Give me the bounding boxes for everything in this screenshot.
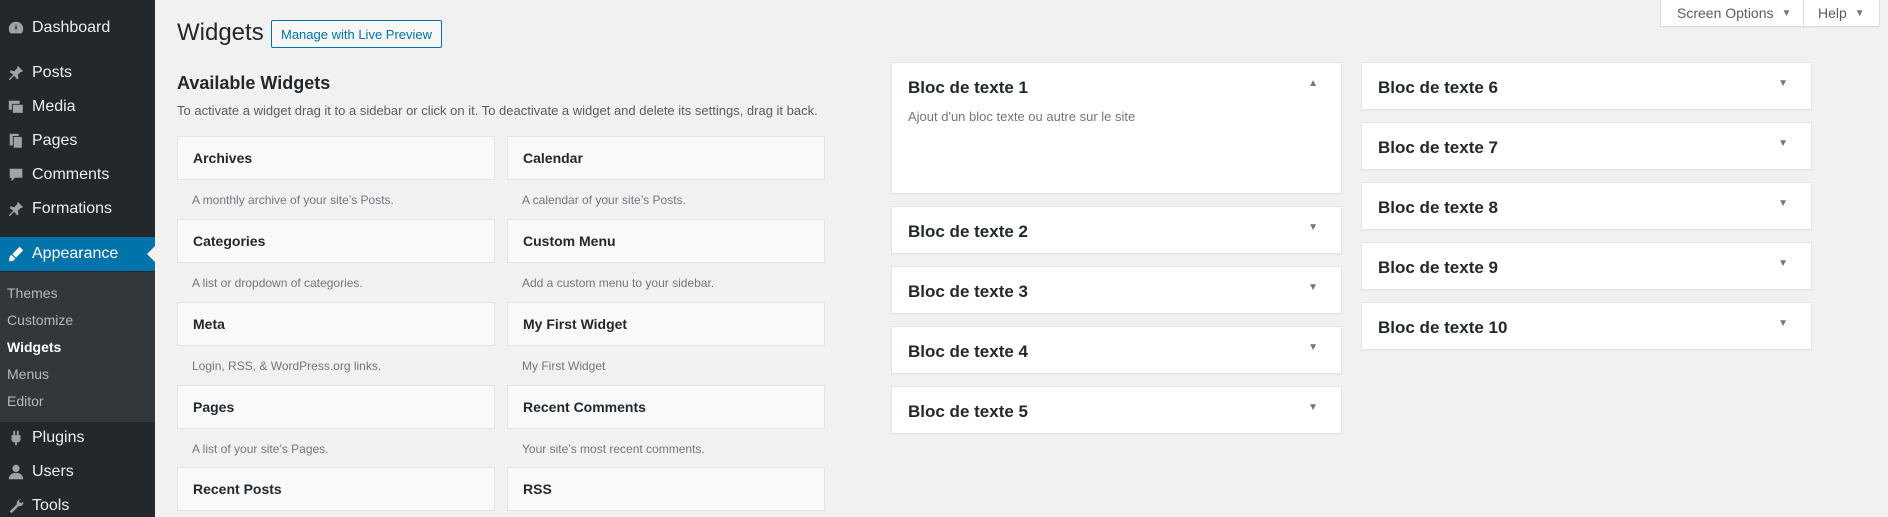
pin-icon [0, 200, 32, 218]
caret-down-icon: ▼ [1781, 7, 1792, 19]
widget-recent-comments[interactable]: Recent Comments [507, 385, 825, 429]
sidebar-area-bloc-9[interactable]: Bloc de texte 9 ▼ [1361, 242, 1812, 290]
submenu-customize[interactable]: Customize [7, 312, 73, 328]
sidebar-area-bloc-4[interactable]: Bloc de texte 4 ▼ [891, 326, 1342, 374]
menu-item-posts[interactable]: Posts [0, 56, 155, 90]
submenu-widgets[interactable]: Widgets [7, 339, 61, 355]
widget-description: A list of your site’s Pages. [192, 442, 329, 456]
caret-down-icon[interactable]: ▼ [1308, 342, 1318, 353]
caret-down-icon[interactable]: ▼ [1778, 318, 1788, 329]
available-widgets-title: Available Widgets [177, 73, 331, 93]
widget-calendar[interactable]: Calendar [507, 136, 825, 180]
active-menu-arrow [147, 246, 155, 262]
widget-my-first-widget[interactable]: My First Widget [507, 302, 825, 346]
available-widgets-description: To activate a widget drag it to a sideba… [177, 103, 818, 118]
sidebar-area-bloc-8[interactable]: Bloc de texte 8 ▼ [1361, 182, 1812, 230]
plugin-icon [0, 429, 32, 447]
sidebar-area-bloc-7[interactable]: Bloc de texte 7 ▼ [1361, 122, 1812, 170]
menu-item-media[interactable]: Media [0, 90, 155, 124]
widget-pages[interactable]: Pages [177, 385, 495, 429]
caret-down-icon[interactable]: ▼ [1308, 402, 1318, 413]
widget-description: A calendar of your site’s Posts. [522, 193, 686, 207]
menu-item-dashboard[interactable]: Dashboard [0, 11, 155, 45]
widget-description: My First Widget [522, 359, 606, 373]
widget-description: Your site’s most recent comments. [522, 442, 705, 456]
user-icon [0, 463, 32, 481]
sidebar-area-bloc-1[interactable]: Bloc de texte 1 ▲ Ajout d'un bloc texte … [891, 62, 1342, 194]
widget-description: Login, RSS, & WordPress.org links. [192, 359, 382, 373]
sidebar-area-bloc-5[interactable]: Bloc de texte 5 ▼ [891, 386, 1342, 434]
submenu-menus[interactable]: Menus [7, 366, 49, 382]
widget-recent-posts[interactable]: Recent Posts [177, 467, 495, 511]
menu-item-tools[interactable]: Tools [0, 489, 155, 517]
caret-up-icon[interactable]: ▲ [1308, 78, 1318, 89]
menu-item-plugins[interactable]: Plugins [0, 421, 155, 455]
submenu-editor[interactable]: Editor [7, 393, 44, 409]
widget-description: Add a custom menu to your sidebar. [522, 276, 715, 290]
help-button[interactable]: Help ▼ [1803, 0, 1880, 27]
menu-item-users[interactable]: Users [0, 455, 155, 489]
appearance-submenu: Themes Customize Widgets Menus Editor [0, 272, 155, 422]
pages-icon [0, 132, 32, 150]
widget-meta[interactable]: Meta [177, 302, 495, 346]
comment-icon [0, 166, 32, 184]
caret-down-icon[interactable]: ▼ [1308, 222, 1318, 233]
widget-archives[interactable]: Archives [177, 136, 495, 180]
caret-down-icon[interactable]: ▼ [1778, 78, 1788, 89]
widget-rss[interactable]: RSS [507, 467, 825, 511]
media-icon [0, 98, 32, 116]
caret-down-icon[interactable]: ▼ [1778, 258, 1788, 269]
caret-down-icon: ▼ [1854, 7, 1865, 19]
menu-item-pages[interactable]: Pages [0, 124, 155, 158]
submenu-themes[interactable]: Themes [7, 285, 58, 301]
dashboard-icon [0, 19, 32, 37]
widget-description: A monthly archive of your site’s Posts. [192, 193, 394, 207]
manage-live-preview-button[interactable]: Manage with Live Preview [271, 20, 443, 48]
menu-item-appearance[interactable]: Appearance [0, 237, 155, 271]
sidebar-area-bloc-10[interactable]: Bloc de texte 10 ▼ [1361, 302, 1812, 350]
menu-item-comments[interactable]: Comments [0, 158, 155, 192]
wrench-icon [0, 497, 32, 515]
widget-description: A list or dropdown of categories. [192, 276, 363, 290]
sidebar-area-bloc-3[interactable]: Bloc de texte 3 ▼ [891, 266, 1342, 314]
caret-down-icon[interactable]: ▼ [1778, 198, 1788, 209]
caret-down-icon[interactable]: ▼ [1308, 282, 1318, 293]
sidebar-area-bloc-2[interactable]: Bloc de texte 2 ▼ [891, 206, 1342, 254]
widget-categories[interactable]: Categories [177, 219, 495, 263]
page-title: Widgets [177, 19, 264, 46]
menu-item-formations[interactable]: Formations [0, 192, 155, 226]
screen-options-button[interactable]: Screen Options ▼ [1660, 0, 1809, 27]
caret-down-icon[interactable]: ▼ [1778, 138, 1788, 149]
pin-icon [0, 64, 32, 82]
admin-sidebar: Dashboard Posts Media Pages Comments For… [0, 0, 155, 517]
sidebar-area-bloc-6[interactable]: Bloc de texte 6 ▼ [1361, 62, 1812, 110]
brush-icon [0, 245, 32, 263]
widget-custom-menu[interactable]: Custom Menu [507, 219, 825, 263]
